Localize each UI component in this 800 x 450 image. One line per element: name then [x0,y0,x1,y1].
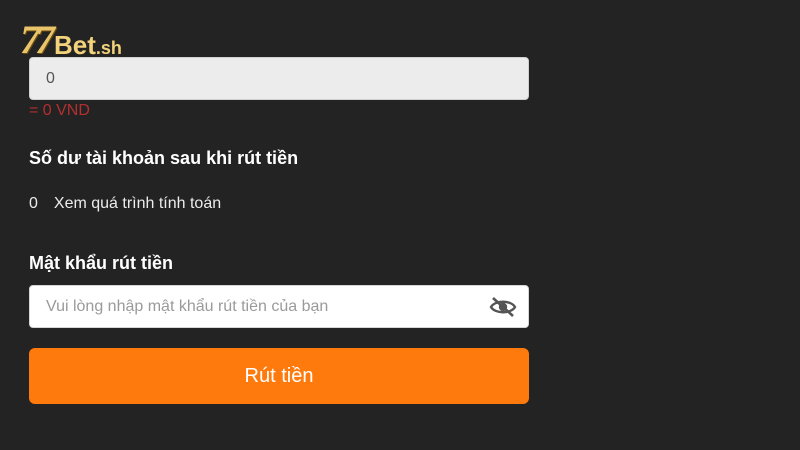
password-field-wrapper [29,285,529,328]
balance-value: 0 [29,195,38,212]
site-logo[interactable]: 77 Bet .sh [20,16,122,62]
withdraw-button[interactable]: Rút tiền [29,348,529,404]
converted-amount: = 0 VND [29,102,90,119]
eye-slash-icon[interactable] [488,295,518,319]
amount-field[interactable]: 0 [29,57,529,100]
withdraw-password-input[interactable] [30,297,488,316]
logo-brand: Bet [54,30,96,60]
amount-value: 0 [46,69,55,87]
password-title: Mật khẩu rút tiền [29,253,174,273]
view-calculation-link[interactable]: Xem quá trình tính toán [54,195,221,213]
balance-title: Số dư tài khoản sau khi rút tiền [29,148,299,168]
balance-row: 0 Xem quá trình tính toán [29,195,221,213]
logo-number: 77 [20,17,55,62]
